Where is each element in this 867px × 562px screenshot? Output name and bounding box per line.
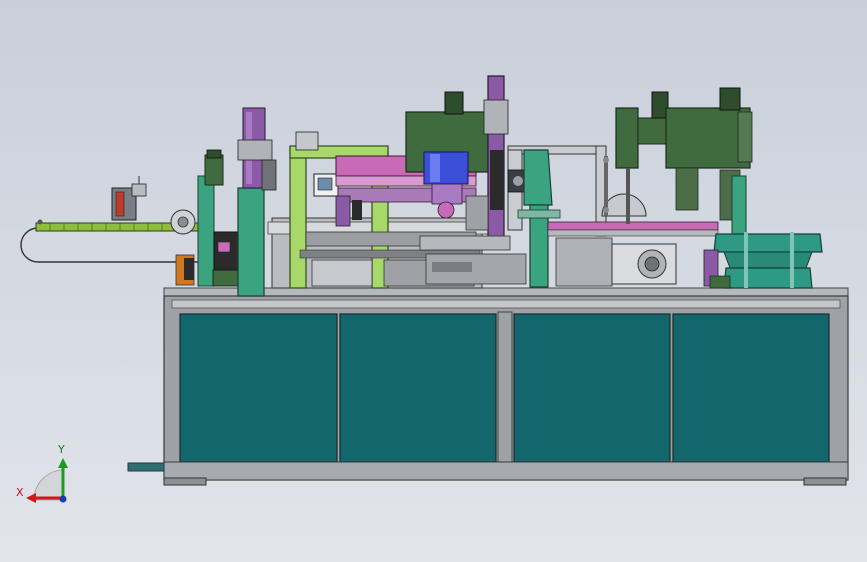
left-foot — [163, 477, 207, 486]
machine-drawing — [20, 75, 849, 503]
cabinet-base — [127, 287, 849, 486]
y-axis-label: Y — [58, 443, 65, 456]
axis-triad — [26, 458, 68, 503]
side-drawer — [127, 462, 165, 472]
station-1 — [197, 107, 277, 297]
cabinet-door-1 — [179, 313, 338, 463]
feed-conveyor — [20, 209, 209, 286]
x-axis-label: X — [16, 486, 24, 499]
cabinet-door-2 — [339, 313, 497, 463]
teal-column — [237, 187, 265, 297]
cabinet-door-4 — [672, 313, 830, 463]
teal-pillar — [523, 149, 553, 206]
green-motor-box-right — [665, 107, 751, 169]
cabinet-door-3 — [513, 313, 671, 463]
left-sensor-bracket — [111, 176, 147, 221]
vibratory-bowl — [703, 232, 823, 289]
right-foot — [803, 477, 847, 486]
z-axis-dot — [59, 495, 67, 503]
